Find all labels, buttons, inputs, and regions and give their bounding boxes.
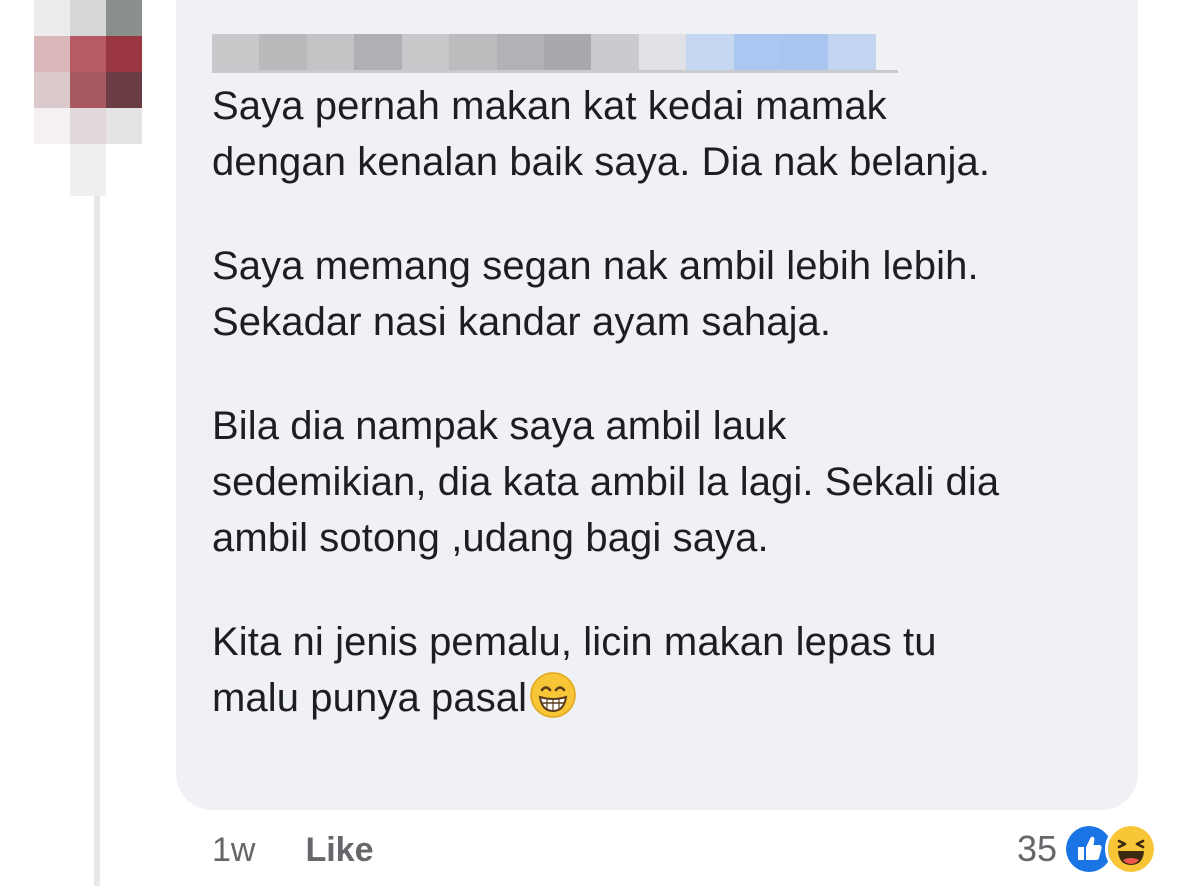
comment-paragraph: Saya pernah makan kat kedai mamak dengan…	[212, 78, 1112, 190]
comment-screenshot: Saya pernah makan kat kedai mamak dengan…	[0, 0, 1179, 886]
comment-timestamp[interactable]: 1w	[212, 831, 255, 870]
comment-paragraph: Kita ni jenis pemalu, licin makan lepas …	[212, 614, 1112, 726]
reaction-count: 35	[1016, 828, 1057, 869]
comment-paragraph: Saya memang segan nak ambil lebih lebih.…	[212, 238, 1112, 350]
comment-line: Bila dia nampak saya ambil lauk	[212, 404, 787, 448]
comment-line: Saya pernah makan kat kedai mamak	[212, 84, 887, 128]
author-name-underline	[212, 70, 898, 73]
haha-icon	[1105, 823, 1157, 875]
comment-line: sedemikian, dia kata ambil la lagi. Seka…	[212, 460, 1000, 504]
comment-line: ambil sotong ,udang bagi saya.	[212, 516, 769, 560]
comment-line: dengan kenalan baik saya. Dia nak belanj…	[212, 140, 991, 184]
avatar[interactable]	[34, 0, 142, 196]
comment-line: Kita ni jenis pemalu, licin makan lepas …	[212, 620, 937, 664]
reply-thread-line	[94, 196, 100, 886]
author-name-redacted[interactable]	[212, 34, 876, 72]
comment-line-text: malu punya pasal	[212, 676, 528, 720]
comment-footer: 1w Like	[212, 826, 374, 874]
comment-line: malu punya pasal	[212, 670, 1112, 726]
grinning-face-emoji-icon	[530, 672, 576, 718]
like-button[interactable]: Like	[305, 831, 373, 870]
reaction-summary[interactable]: 35	[1017, 822, 1157, 876]
comment-text: Saya pernah makan kat kedai mamak dengan…	[212, 78, 1112, 726]
comment-paragraph: Bila dia nampak saya ambil lauk sedemiki…	[212, 398, 1112, 566]
comment-line: Sekadar nasi kandar ayam sahaja.	[212, 300, 832, 344]
comment-line: Saya memang segan nak ambil lebih lebih.	[212, 244, 979, 288]
